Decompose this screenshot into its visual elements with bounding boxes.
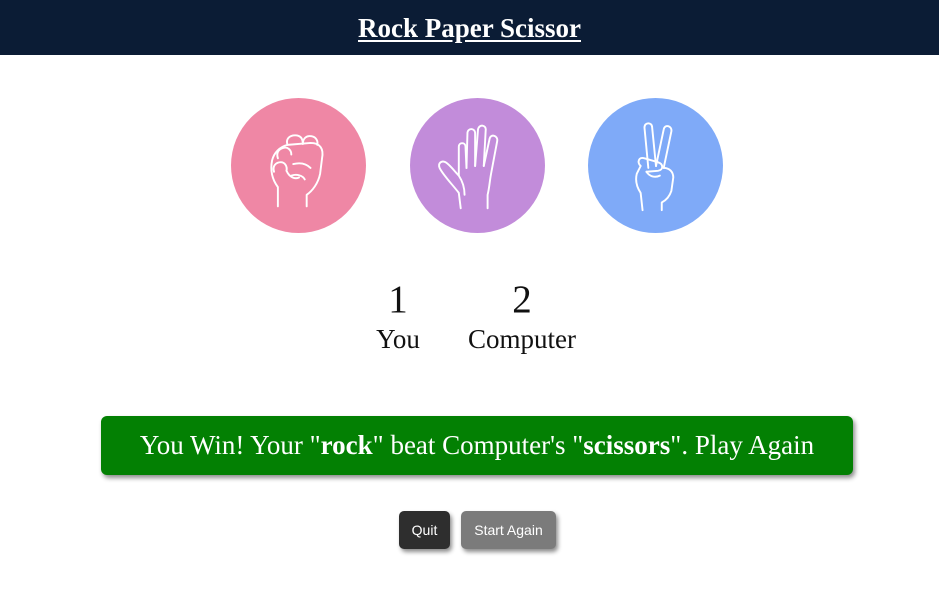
result-prefix: You Win! Your " [139,430,321,460]
computer-score: 2 [512,278,532,321]
result-suffix: ". Play Again [670,430,815,460]
open-hand-icon [437,124,498,209]
app-header: Rock Paper Scissor [0,0,939,55]
user-score-label: You [376,324,420,354]
paper-choice-button[interactable] [410,98,545,233]
computer-score-label: Computer [468,324,576,354]
start-again-button[interactable]: Start Again [461,511,556,549]
quit-button[interactable]: Quit [399,511,450,549]
scissors-choice-button[interactable] [588,98,723,233]
rock-choice-button[interactable] [231,98,366,233]
result-computer-choice: scissors [583,430,671,460]
user-score: 1 [388,278,408,321]
user-score-block: 1 You [358,278,438,356]
computer-score-block: 2 Computer [452,278,592,356]
page-title: Rock Paper Scissor [358,13,581,43]
fist-icon [269,133,323,207]
result-user-choice: rock [320,430,373,460]
result-middle: " beat Computer's " [372,430,584,460]
peace-hand-icon [634,121,674,211]
result-message: You Win! Your " rock " beat Computer's " sc… [101,416,853,475]
